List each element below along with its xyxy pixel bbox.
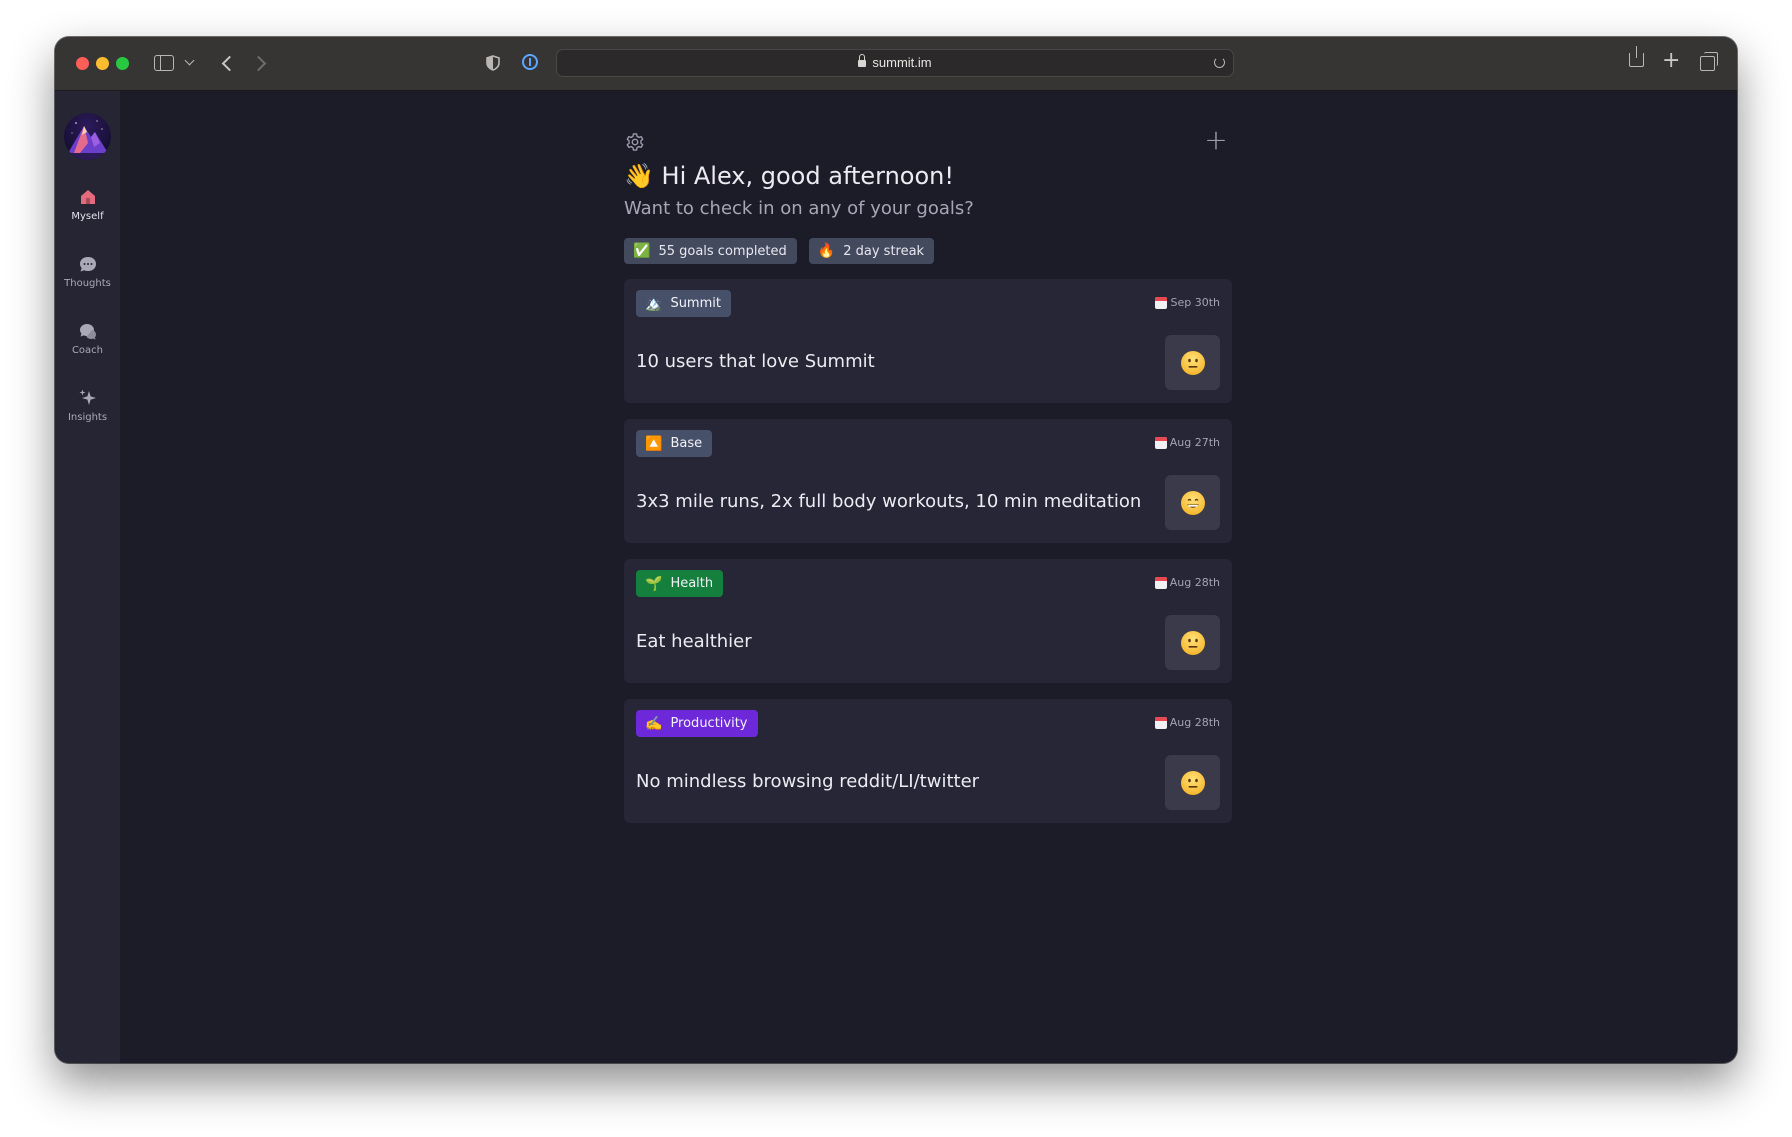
mountain-icon: 🏔️ [645,295,663,312]
goals-completed-badge: ✅ 55 goals completed [624,238,797,264]
goal-tag[interactable]: 🌱 Health [636,570,724,597]
browser-window: summit.im + Myself Thoughts Coach Insigh… [55,37,1737,1063]
goal-date-text: Aug 28th [1169,716,1220,729]
mood-check-in-button[interactable] [1165,755,1220,810]
close-window-button[interactable] [76,57,89,70]
goal-card[interactable]: ✍️ Productivity Aug 28th No mindless bro… [624,699,1232,823]
mood-check-in-button[interactable] [1165,615,1220,670]
home-icon [80,190,95,204]
gear-icon[interactable] [624,131,646,153]
mood-check-in-button[interactable] [1165,335,1220,390]
goal-tag-label: Productivity [670,716,748,731]
sidebar-item-label: Thoughts [64,278,111,289]
reload-icon[interactable] [1214,57,1225,68]
page-subtitle: Want to check in on any of your goals? [624,198,974,219]
app-sidebar: Myself Thoughts Coach Insights [55,91,120,1063]
up-arrow-icon: 🔼 [645,435,663,452]
page-title: 👋 Hi Alex, good afternoon! [624,162,954,190]
privacy-shield-icon[interactable] [486,55,500,71]
browser-toolbar: summit.im + [55,37,1737,91]
goal-tag-label: Summit [670,296,721,311]
chat-bubble-icon [79,257,96,272]
share-icon[interactable] [1629,46,1644,67]
goal-tag[interactable]: 🏔️ Summit [636,290,731,317]
goal-title[interactable]: Eat healthier [636,631,752,652]
goal-due-date: Aug 27th [1154,436,1220,449]
writing-hand-icon: ✍️ [645,715,663,732]
goal-tag-label: Health [670,576,714,591]
goal-title[interactable]: No mindless browsing reddit/LI/twitter [636,771,979,792]
url-text: summit.im [872,55,932,70]
back-arrow-icon[interactable] [221,55,238,72]
sidebar-item-myself[interactable]: Myself [55,187,120,222]
streak-badge: 🔥 2 day streak [808,238,935,264]
seedling-icon: 🌱 [645,575,663,592]
neutral-face-icon [1180,350,1205,375]
main-content: + 👋 Hi Alex, good afternoon! Want to che… [120,91,1737,1063]
add-goal-button[interactable]: + [1204,126,1228,154]
new-tab-icon[interactable]: + [1662,50,1680,72]
grinning-face-icon [1180,490,1205,515]
zoom-window-button[interactable] [116,57,129,70]
goal-tag[interactable]: 🔼 Base [636,430,713,457]
tab-overview-icon[interactable] [1700,52,1718,71]
goal-due-date: Aug 28th [1154,576,1220,589]
goal-tag-label: Base [670,436,703,451]
goal-date-text: Aug 28th [1169,576,1220,589]
calendar-icon [1154,436,1167,449]
goal-date-text: Aug 27th [1169,436,1220,449]
password-manager-icon[interactable] [522,54,538,70]
lock-icon [858,54,867,67]
sidebar-item-thoughts[interactable]: Thoughts [55,254,120,289]
goal-card[interactable]: 🌱 Health Aug 28th Eat healthier [624,559,1232,683]
sidebar-item-label: Myself [71,211,104,222]
wave-icon: 👋 [624,162,654,190]
goal-card[interactable]: 🏔️ Summit Sep 30th 10 users that love Su… [624,279,1232,403]
calendar-icon [1154,716,1167,729]
badge-label: 2 day streak [843,243,925,259]
minimize-window-button[interactable] [96,57,109,70]
fire-icon: 🔥 [817,243,836,259]
goal-date-text: Sep 30th [1170,296,1220,309]
calendar-icon [1155,296,1168,309]
badge-label: 55 goals completed [658,243,787,259]
stats-row: ✅ 55 goals completed 🔥 2 day streak [624,238,935,264]
sidebar-item-label: Insights [67,412,108,423]
summit-logo[interactable] [64,113,111,160]
goal-due-date: Aug 28th [1154,716,1220,729]
goal-due-date: Sep 30th [1155,296,1220,309]
sparkles-icon [79,389,96,405]
chevron-down-icon[interactable] [184,55,195,66]
goals-list: 🏔️ Summit Sep 30th 10 users that love Su… [624,279,1232,839]
forward-arrow-icon[interactable] [250,55,267,72]
sidebar-item-insights[interactable]: Insights [55,388,120,423]
check-mark-icon: ✅ [633,243,651,259]
address-bar[interactable]: summit.im [556,49,1234,77]
goal-tag[interactable]: ✍️ Productivity [636,710,758,737]
chat-bubbles-icon [79,324,96,340]
sidebar-item-coach[interactable]: Coach [55,321,120,356]
goal-card[interactable]: 🔼 Base Aug 27th 3x3 mile runs, 2x full b… [624,419,1232,543]
neutral-face-icon [1180,770,1205,795]
sidebar-item-label: Coach [71,345,104,356]
greeting-text: Hi Alex, good afternoon! [661,162,954,190]
goal-title[interactable]: 3x3 mile runs, 2x full body workouts, 10… [636,491,1141,512]
mood-check-in-button[interactable] [1165,475,1220,530]
calendar-icon [1154,576,1167,589]
neutral-face-icon [1180,630,1205,655]
sidebar-toggle-icon[interactable] [154,55,174,71]
goal-title[interactable]: 10 users that love Summit [636,351,875,372]
